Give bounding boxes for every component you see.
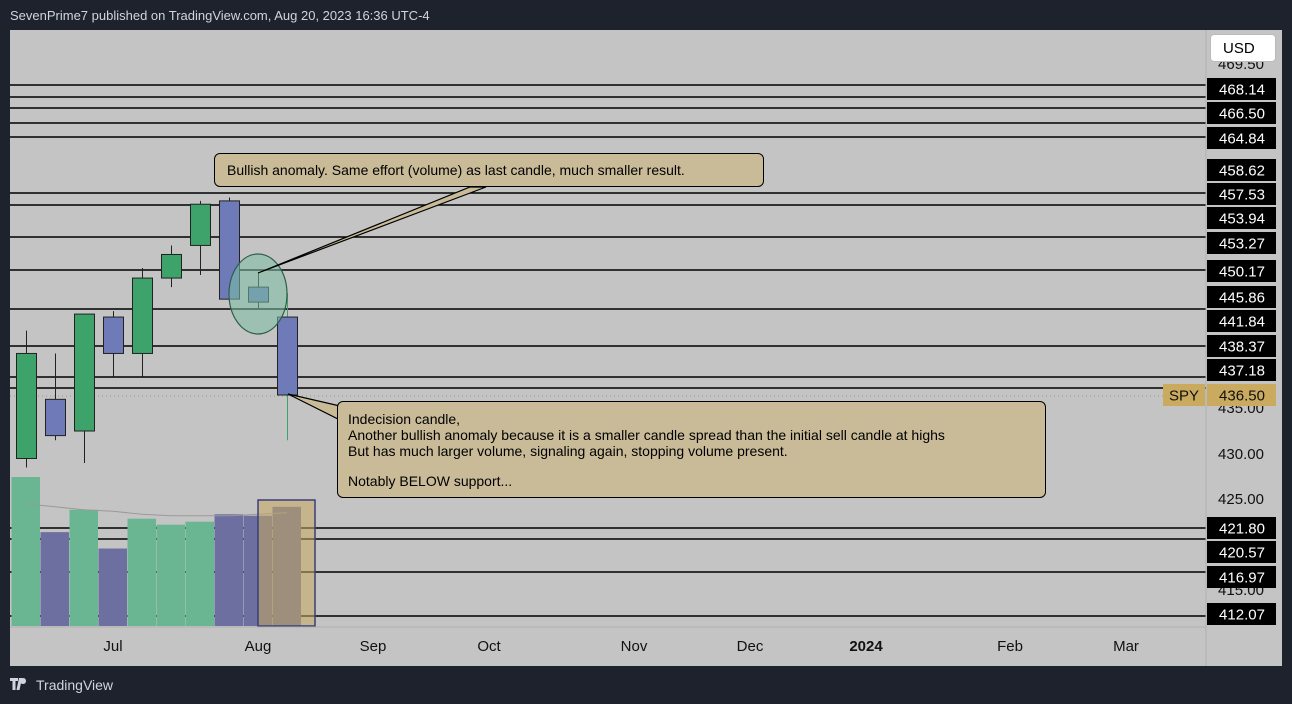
price-level-label: 437.18: [1219, 363, 1265, 380]
volume-bar: [11, 477, 40, 626]
callout-bottom-line-2: Another bullish anomaly because it is a …: [348, 427, 945, 443]
candle-body: [277, 316, 298, 396]
volume-bars: [11, 477, 316, 627]
price-level-label: 453.27: [1219, 236, 1265, 253]
annotation-callout-bottom[interactable]: Indecision candle, Another bullish anoma…: [337, 401, 1046, 498]
last-price-label: 436.50: [1219, 388, 1265, 405]
callout-bottom-line-1: Indecision candle,: [348, 411, 461, 427]
callout-bottom-line-4: [348, 459, 1035, 473]
time-tick-label: Jul: [103, 638, 122, 655]
tradingview-logo-icon: [10, 677, 30, 693]
candle-body: [103, 316, 124, 354]
time-tick-label: Nov: [621, 638, 648, 655]
candle-body: [74, 313, 95, 432]
callout-bottom-line-3: But has much larger volume, signaling ag…: [348, 443, 788, 459]
price-level-label: 453.94: [1219, 211, 1265, 228]
annotation-callout-top[interactable]: Bullish anomaly. Same effort (volume) as…: [214, 153, 764, 187]
price-level-label: 438.37: [1219, 339, 1265, 356]
volume-highlight-box: [257, 499, 316, 627]
price-tick-label: 425.00: [1218, 491, 1264, 508]
callout-bottom-pointer: [287, 393, 341, 421]
time-tick-label: 2024: [849, 638, 883, 655]
price-level-label: 445.86: [1219, 290, 1265, 307]
callout-top-pointer: [257, 186, 487, 274]
price-level-label: 457.53: [1219, 187, 1265, 204]
volume-bar: [69, 509, 98, 626]
candle-body: [132, 277, 153, 354]
price-level-label: 421.80: [1219, 521, 1265, 538]
price-level-label: 441.84: [1219, 314, 1265, 331]
callout-bottom-line-5: Notably BELOW support...: [348, 473, 513, 489]
volume-bar: [156, 524, 185, 626]
tradingview-footer[interactable]: TradingView: [10, 677, 113, 693]
price-axis: 469.50435.00415.00430.00425.00468.14466.…: [1163, 30, 1282, 666]
volume-ma-line: [25, 503, 288, 517]
candle-body: [161, 253, 182, 279]
time-tick-label: Sep: [360, 638, 387, 655]
time-axis: Jul Aug Sep Oct Nov Dec 2024 Feb Mar: [10, 626, 1206, 655]
time-tick-label: Dec: [737, 638, 764, 655]
price-level-label: 420.57: [1219, 545, 1265, 562]
volume-bar: [98, 548, 127, 626]
tradingview-brand-text: TradingView: [36, 677, 114, 693]
volume-bar: [127, 518, 156, 626]
highlight-ellipse: [228, 253, 288, 335]
symbol-label: SPY: [1169, 388, 1199, 405]
volume-bar: [185, 521, 214, 626]
currency-selector-button[interactable]: USD: [1210, 34, 1276, 62]
price-level-label: 466.50: [1219, 106, 1265, 123]
time-tick-label: Aug: [245, 638, 272, 655]
price-level-label: 416.97: [1219, 570, 1265, 587]
candle-body: [190, 203, 211, 246]
candle-body: [16, 352, 37, 460]
price-level-label: 464.84: [1219, 131, 1265, 148]
time-tick-label: Feb: [997, 638, 1023, 655]
volume-bar: [40, 532, 69, 626]
time-tick-label: Mar: [1113, 638, 1139, 655]
callout-top-text: Bullish anomaly. Same effort (volume) as…: [227, 162, 685, 178]
price-level-label: 450.17: [1219, 264, 1265, 281]
volume-bar: [214, 514, 243, 626]
price-level-label: 468.14: [1219, 82, 1265, 99]
time-tick-label: Oct: [477, 638, 501, 655]
price-chart[interactable]: 469.50435.00415.00430.00425.00468.14466.…: [0, 0, 1292, 704]
price-level-label: 412.07: [1219, 607, 1265, 624]
price-tick-label: 430.00: [1218, 446, 1264, 463]
candle-body: [45, 398, 66, 437]
annotation-drawings: [228, 186, 487, 421]
price-level-label: 458.62: [1219, 163, 1265, 180]
